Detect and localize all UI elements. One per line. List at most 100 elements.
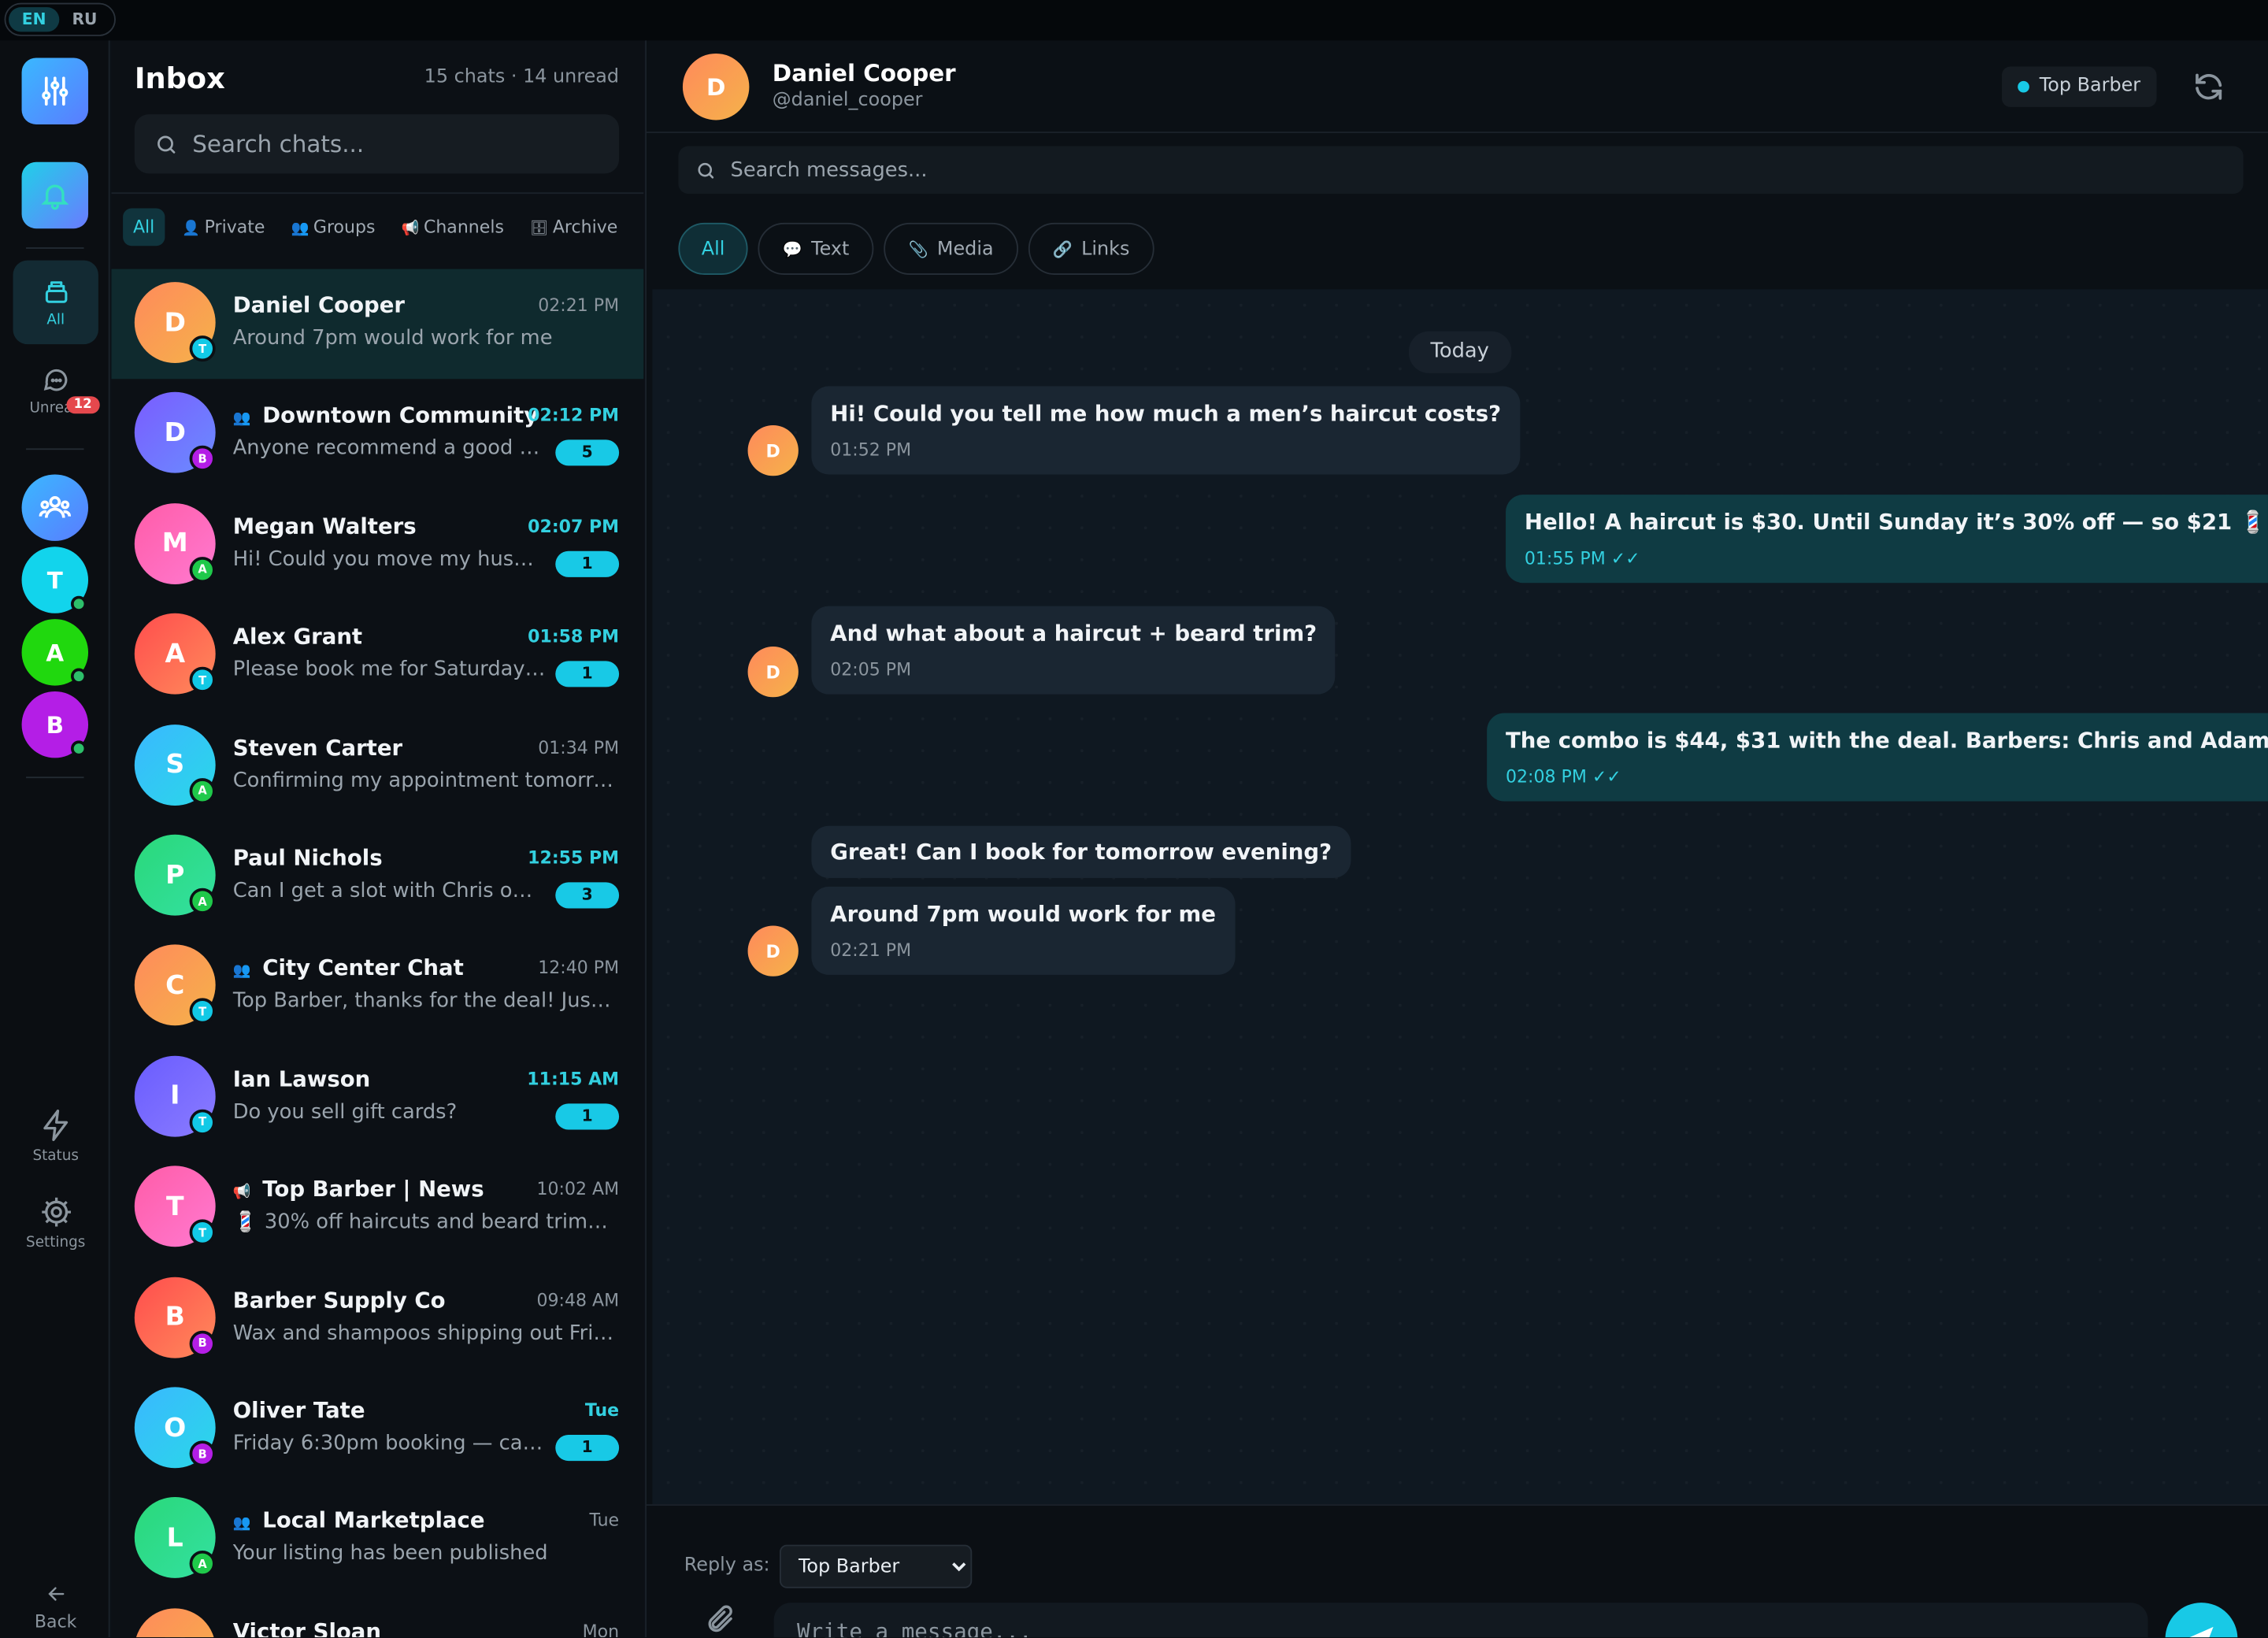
- account-badge: T: [189, 1219, 216, 1246]
- business-chip[interactable]: Top Barber: [2001, 66, 2157, 107]
- tab-links[interactable]: 🔗 Links: [1028, 222, 1154, 275]
- chat-row[interactable]: B B Barber Supply Co Wax and shampoos shipp…: [111, 1264, 643, 1374]
- filter-private[interactable]: 👤 Private: [173, 208, 273, 246]
- avatar-initial: D: [765, 440, 780, 461]
- language-switch[interactable]: EN RU: [4, 2, 116, 36]
- chat-row[interactable]: T T 📢 Top Barber | News 💈 30% off haircuts a…: [111, 1153, 643, 1263]
- inbox-title: Inbox: [134, 61, 225, 96]
- filter-label: All: [132, 217, 155, 238]
- people-icon: [39, 495, 71, 518]
- chat-row[interactable]: D B 👥 Downtown Community Anyone recommend a …: [111, 380, 643, 490]
- reply-as-label: Reply as:: [684, 1555, 770, 1577]
- chat-search-input[interactable]: [192, 130, 598, 158]
- paperclip-icon[interactable]: [704, 1604, 736, 1636]
- speech-icon: 💬: [782, 239, 803, 258]
- person-icon: 👤: [182, 221, 201, 238]
- reply-as-select[interactable]: Top Barber: [779, 1544, 973, 1588]
- chat-row[interactable]: V Victor Sloan Mon: [111, 1595, 643, 1638]
- bell-tile[interactable]: [21, 161, 89, 229]
- avatar-initial: B: [165, 1302, 185, 1332]
- filter-channels[interactable]: 📢 Channels: [393, 208, 513, 246]
- chat-row[interactable]: L A 👥 Local Marketplace Your listing has bee…: [111, 1484, 643, 1595]
- rail-divider: [26, 448, 84, 450]
- chat-time: 02:21 PM: [538, 295, 620, 316]
- archive-icon: 🗄: [530, 221, 549, 238]
- chat-row[interactable]: S A Steven Carter Confirming my appointment…: [111, 711, 643, 821]
- message-search-input[interactable]: [730, 158, 1599, 182]
- lang-ru[interactable]: RU: [59, 7, 109, 32]
- tab-label: Links: [1081, 238, 1130, 260]
- chat-name-text: City Center Chat: [262, 954, 464, 981]
- message-time: 01:52 PM: [830, 439, 912, 461]
- rail-divider: [26, 247, 84, 249]
- lang-en[interactable]: EN: [9, 7, 60, 32]
- avatar-initial: C: [165, 970, 185, 1001]
- chat-row[interactable]: I T Ian Lawson Do you sell gift cards? 11:15…: [111, 1043, 643, 1153]
- group-icon: 👥: [291, 221, 309, 238]
- app-window: EN RU All Unread 12 T A B Status Setting…: [0, 0, 2268, 1638]
- online-dot: [70, 740, 87, 757]
- account-badge: A: [189, 1551, 216, 1577]
- sliders-icon: [42, 76, 69, 106]
- chat-preview: Anyone recommend a good b...: [232, 437, 546, 461]
- chat-time: 09:48 AM: [536, 1289, 620, 1310]
- filter-groups[interactable]: 👥 Groups: [283, 208, 384, 246]
- message-bubble[interactable]: The combo is $44, $31 with the deal. Bar…: [1487, 713, 2268, 802]
- chat-name: Victor Sloan: [233, 1618, 381, 1637]
- tab-text[interactable]: 💬 Text: [758, 222, 874, 275]
- account-a[interactable]: A: [21, 619, 89, 686]
- unread-badge: 1: [555, 661, 620, 687]
- chat-name-text: Alex Grant: [232, 623, 363, 650]
- chat-preview: Wax and shampoos shipping out Frid...: [232, 1321, 617, 1345]
- sliders-tile[interactable]: [21, 57, 89, 124]
- send-button[interactable]: [2165, 1603, 2238, 1638]
- message-bubble[interactable]: Hello! A haircut is $30. Until Sunday it…: [1506, 495, 2268, 584]
- chat-row[interactable]: A T Alex Grant Please book me for Saturday …: [111, 601, 643, 711]
- chat-row[interactable]: C T 👥 City Center Chat Top Barber, thanks fo…: [111, 932, 643, 1043]
- chat-preview: Please book me for Saturday ...: [232, 658, 546, 682]
- filter-archive[interactable]: 🗄 Archive: [521, 208, 626, 246]
- avatar-initial: D: [765, 940, 780, 962]
- account-all[interactable]: [21, 474, 89, 541]
- chat-time: Tue: [584, 1399, 620, 1421]
- chat-row[interactable]: M A Megan Walters Hi! Could you move my hus…: [111, 490, 643, 600]
- avatar-initial: O: [164, 1412, 187, 1443]
- avatar-initial: D: [164, 307, 186, 338]
- account-badge: T: [189, 1109, 216, 1136]
- avatar-initial: D: [164, 417, 186, 449]
- nav-all[interactable]: All: [13, 260, 98, 345]
- chat-name: Alex Grant: [233, 624, 362, 650]
- tab-media[interactable]: 📎 Media: [884, 222, 1018, 275]
- message-input[interactable]: [773, 1603, 2148, 1638]
- online-dot: [70, 668, 87, 684]
- message-bubble[interactable]: And what about a haircut + beard trim? 0…: [811, 606, 1336, 695]
- nav-unread[interactable]: Unread: [13, 349, 98, 433]
- filter-label: Groups: [313, 217, 376, 238]
- message-bubble[interactable]: Hi! Could you tell me how much a men’s h…: [811, 386, 1520, 475]
- nav-settings[interactable]: Settings: [13, 1195, 98, 1251]
- message-bubble[interactable]: Great! Can I book for tomorrow evening?: [811, 825, 1351, 878]
- chat-type-icon: 👥: [232, 963, 251, 980]
- account-t[interactable]: T: [21, 547, 89, 613]
- chat-type-icon: 👥: [232, 1516, 251, 1532]
- conversation-panel: D Daniel Cooper @daniel_cooper Top Barbe…: [645, 40, 2268, 1638]
- chat-time: 10:02 AM: [536, 1179, 620, 1199]
- contact-avatar[interactable]: D: [682, 53, 750, 120]
- message-bubble[interactable]: Around 7pm would work for me 02:21 PM: [811, 886, 1235, 975]
- chat-row[interactable]: P A Paul Nichols Can I get a slot with Chri…: [111, 821, 643, 932]
- chat-preview: Confirming my appointment tomorro...: [232, 769, 617, 792]
- tab-all[interactable]: All: [678, 222, 748, 275]
- back-button[interactable]: Back: [13, 1582, 98, 1632]
- filter-all[interactable]: All: [123, 208, 165, 246]
- nav-status[interactable]: Status: [13, 1108, 98, 1165]
- chat-time: 01:58 PM: [528, 626, 620, 647]
- chat-row[interactable]: D T Daniel Cooper Around 7pm would work for…: [111, 269, 644, 380]
- refresh-icon[interactable]: [2192, 69, 2226, 104]
- message-thread[interactable]: Today D Hi! Could you tell me how much a…: [652, 289, 2268, 1505]
- status-label: Status: [32, 1148, 79, 1165]
- left-rail: All Unread 12 T A B Status Settings Back: [0, 40, 110, 1638]
- chat-preview: Your listing has been published: [232, 1542, 548, 1566]
- conversation-header: D Daniel Cooper @daniel_cooper Top Barbe…: [647, 40, 2268, 133]
- account-b[interactable]: B: [21, 691, 89, 758]
- chat-row[interactable]: O B Oliver Tate Friday 6:30pm booking — can…: [111, 1374, 643, 1484]
